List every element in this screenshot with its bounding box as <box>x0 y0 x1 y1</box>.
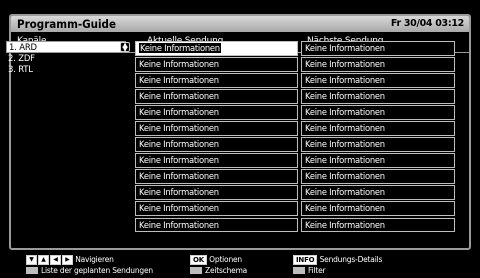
footer-legend: ▼ ▲ ◀ ▶ Navigieren Liste der geplanten Send… <box>0 252 480 278</box>
channel-item-zdf[interactable]: 2. ZDF <box>6 54 126 65</box>
next-show-cell[interactable]: Keine Informationen <box>301 121 455 136</box>
title-bar: Programm-Guide Fr 30/04 03:12 <box>11 16 469 32</box>
next-show-cell[interactable]: Keine Informationen <box>301 89 455 104</box>
page-title: Programm-Guide <box>17 17 116 31</box>
current-show-label: Keine Informationen <box>139 107 219 118</box>
left-arrow-icon: ◀ <box>50 255 61 265</box>
next-show-cell[interactable]: Keine Informationen <box>301 201 455 216</box>
next-show-cell[interactable]: Keine Informationen <box>301 105 455 120</box>
next-show-label: Keine Informationen <box>305 187 385 198</box>
guide-row: Keine Informationen Keine Informationen <box>135 89 455 105</box>
current-show-cell[interactable]: Keine Informationen <box>135 217 298 233</box>
guide-row: Keine Informationen Keine Informationen <box>135 201 455 217</box>
current-show-label: Keine Informationen <box>139 123 219 134</box>
current-show-cell[interactable]: Keine Informationen <box>135 153 298 168</box>
color-key-icon <box>190 267 202 274</box>
details-label: Sendungs-Details <box>319 255 383 264</box>
current-show-cell[interactable]: Keine Informationen <box>135 105 298 120</box>
current-show-label: Keine Informationen <box>139 171 219 182</box>
current-show-label: Keine Informationen <box>139 155 219 166</box>
guide-row: Keine Informationen Keine Informationen <box>135 153 455 169</box>
next-show-cell[interactable]: Keine Informationen <box>301 73 455 88</box>
next-show-label: Keine Informationen <box>305 75 385 86</box>
guide-row: Keine Informationen Keine Informationen <box>135 41 455 57</box>
guide-row: Keine Informationen Keine Informationen <box>135 169 455 185</box>
current-show-cell[interactable]: Keine Informationen <box>135 73 298 88</box>
guide-row: Keine Informationen Keine Informationen <box>135 105 455 121</box>
guide-row: Keine Informationen Keine Informationen <box>135 185 455 201</box>
next-show-label: Keine Informationen <box>305 171 385 182</box>
timeline-label: Zeitschema <box>205 266 248 275</box>
navigate-label: Navigieren <box>75 255 114 264</box>
next-show-label: Keine Informationen <box>305 139 385 150</box>
current-show-cell[interactable]: Keine Informationen <box>135 201 298 216</box>
next-show-label: Keine Informationen <box>305 123 385 134</box>
next-show-label: Keine Informationen <box>305 91 385 102</box>
guide-row: Keine Informationen Keine Informationen <box>135 57 455 73</box>
current-show-label: Keine Informationen <box>139 59 219 70</box>
navigation-keys-icon: ▼ ▲ ◀ ▶ <box>26 255 73 265</box>
right-arrow-icon: ▶ <box>62 255 73 265</box>
current-show-label: Keine Informationen <box>139 43 221 53</box>
current-show-label: Keine Informationen <box>139 187 219 198</box>
channel-item-rtl[interactable]: 3. RTL <box>6 65 126 76</box>
current-show-label: Keine Informationen <box>139 139 219 150</box>
scheduled-list-hint[interactable]: Liste der geplanten Sendungen <box>26 266 153 275</box>
next-show-cell[interactable]: Keine Informationen <box>301 153 455 168</box>
current-show-label: Keine Informationen <box>139 219 219 230</box>
up-arrow-icon: ▲ <box>38 255 49 265</box>
current-show-cell[interactable]: Keine Informationen <box>135 57 298 72</box>
next-show-label: Keine Informationen <box>305 219 385 230</box>
current-show-cell[interactable]: Keine Informationen <box>135 185 298 200</box>
current-show-label: Keine Informationen <box>139 75 219 86</box>
next-show-label: Keine Informationen <box>305 107 385 118</box>
guide-row: Keine Informationen Keine Informationen <box>135 121 455 137</box>
color-key-icon <box>293 267 305 274</box>
current-show-cell[interactable]: Keine Informationen <box>135 121 298 136</box>
channel-list: 1. ARD ▲ ▼ 2. ZDF 3. RTL <box>6 41 130 76</box>
program-grid: Keine Informationen Keine Informationen Ke… <box>135 41 455 234</box>
next-show-cell[interactable]: Keine Informationen <box>301 169 455 184</box>
current-show-cell[interactable]: Keine Informationen <box>135 137 298 152</box>
guide-row: Keine Informationen Keine Informationen <box>135 137 455 153</box>
date-time: Fr 30/04 03:12 <box>390 18 464 29</box>
timeline-hint[interactable]: Zeitschema <box>190 266 247 275</box>
color-key-icon <box>26 267 38 274</box>
next-show-label: Keine Informationen <box>305 203 385 214</box>
current-show-cell[interactable]: Keine Informationen <box>135 89 298 104</box>
guide-row: Keine Informationen Keine Informationen <box>135 73 455 89</box>
next-show-cell[interactable]: Keine Informationen <box>301 217 455 233</box>
down-arrow-icon: ▼ <box>26 255 37 265</box>
next-show-label: Keine Informationen <box>305 43 385 53</box>
options-label: Optionen <box>209 255 242 264</box>
ok-key-icon: OK <box>190 255 207 265</box>
next-show-cell[interactable]: Keine Informationen <box>301 137 455 152</box>
info-key-icon: INFO <box>293 255 318 265</box>
navigate-hint: ▼ ▲ ◀ ▶ Navigieren <box>26 255 114 265</box>
next-show-cell[interactable]: Keine Informationen <box>301 41 455 56</box>
next-show-cell[interactable]: Keine Informationen <box>301 185 455 200</box>
options-hint[interactable]: OK Optionen <box>190 255 242 265</box>
filter-label: Filter <box>308 266 326 275</box>
current-show-cell[interactable]: Keine Informationen <box>135 41 298 56</box>
channel-label: 1. ARD <box>9 43 37 53</box>
current-show-cell[interactable]: Keine Informationen <box>135 169 298 184</box>
scheduled-list-label: Liste der geplanten Sendungen <box>41 266 153 275</box>
channel-item-ard[interactable]: 1. ARD ▲ ▼ <box>6 41 130 53</box>
filter-hint[interactable]: Filter <box>293 266 326 275</box>
next-show-cell[interactable]: Keine Informationen <box>301 57 455 72</box>
guide-row: Keine Informationen Keine Informationen <box>135 217 455 234</box>
next-show-label: Keine Informationen <box>305 59 385 70</box>
details-hint[interactable]: INFO Sendungs-Details <box>293 255 382 265</box>
up-down-arrow-icon[interactable]: ▲ ▼ <box>120 42 130 53</box>
next-show-label: Keine Informationen <box>305 155 385 166</box>
current-show-label: Keine Informationen <box>139 203 219 214</box>
current-show-label: Keine Informationen <box>139 91 219 102</box>
